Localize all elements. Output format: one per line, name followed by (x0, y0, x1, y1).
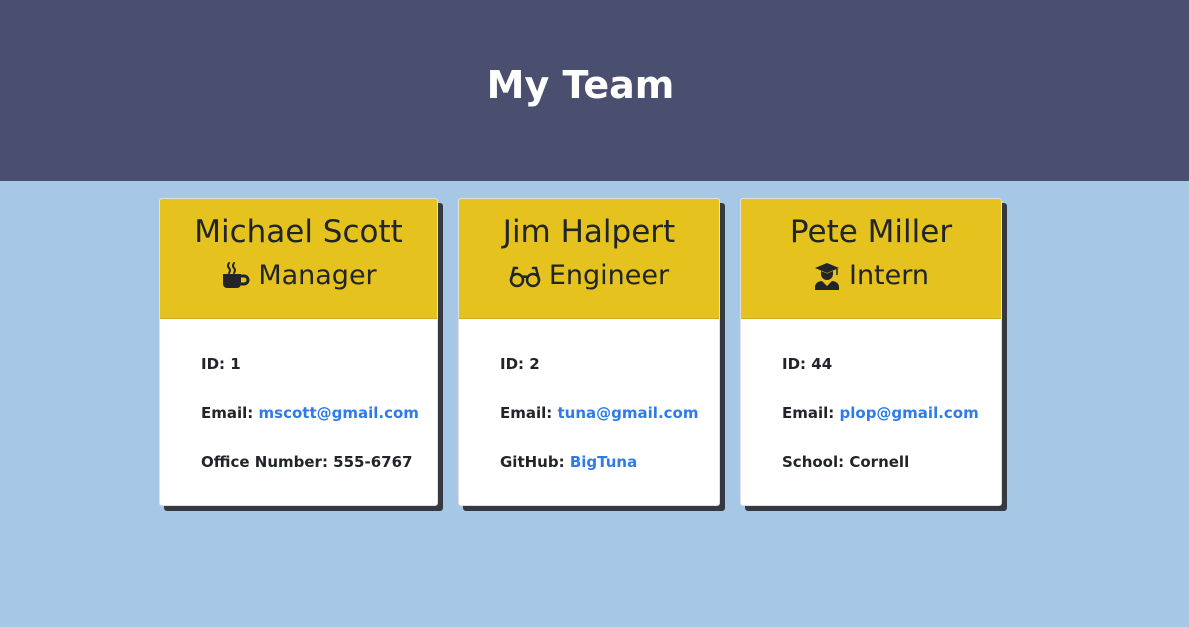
email-row: Email: plop@gmail.com (782, 402, 1001, 451)
github-label: GitHub: (500, 453, 565, 471)
mug-icon (220, 261, 250, 291)
id-value: 1 (230, 355, 241, 373)
email-row: Email: tuna@gmail.com (500, 402, 719, 451)
email-link[interactable]: plop@gmail.com (840, 404, 979, 422)
page-header: My Team (0, 0, 1189, 181)
email-row: Email: mscott@gmail.com (201, 402, 437, 451)
id-label: ID: (782, 355, 807, 373)
id-row: ID: 2 (500, 353, 719, 402)
id-row: ID: 1 (201, 353, 437, 402)
card-header: Michael Scott Manager (160, 199, 437, 319)
github-row: GitHub: BigTuna (500, 451, 719, 500)
id-row: ID: 44 (782, 353, 1001, 402)
office-number-label: Office Number: (201, 453, 328, 471)
card-header: Pete Miller Intern (741, 199, 1001, 319)
email-label: Email: (201, 404, 254, 422)
employee-role: Intern (741, 259, 1001, 293)
school-value: Cornell (849, 453, 910, 471)
role-label: Manager (258, 260, 377, 291)
id-value: 2 (529, 355, 540, 373)
email-link[interactable]: tuna@gmail.com (558, 404, 699, 422)
office-number-value: 555-6767 (333, 453, 413, 471)
employee-role: Engineer (459, 259, 719, 293)
card-body: ID: 44 Email: plop@gmail.com School: Cor… (741, 319, 1001, 500)
glasses-icon (509, 261, 541, 291)
employee-card-engineer: Jim Halpert Engineer ID: 2 Email: tuna@g… (458, 198, 720, 506)
office-number-row: Office Number: 555-6767 (201, 451, 437, 500)
role-label: Engineer (548, 260, 670, 291)
card-body: ID: 2 Email: tuna@gmail.com GitHub: BigT… (459, 319, 719, 500)
employee-name: Jim Halpert (502, 214, 676, 250)
card-header: Jim Halpert Engineer (459, 199, 719, 319)
graduate-icon (813, 261, 841, 291)
card-body: ID: 1 Email: mscott@gmail.com Office Num… (160, 319, 437, 500)
employee-name: Michael Scott (194, 214, 403, 250)
school-label: School: (782, 453, 845, 471)
email-label: Email: (782, 404, 835, 422)
employee-card-intern: Pete Miller Intern ID: 44 Email: plop@gm… (740, 198, 1002, 506)
github-link[interactable]: BigTuna (570, 453, 637, 471)
email-label: Email: (500, 404, 553, 422)
id-value: 44 (811, 355, 833, 373)
role-label: Intern (848, 260, 929, 291)
school-row: School: Cornell (782, 451, 1001, 500)
page-title: My Team (486, 62, 675, 107)
employee-card-manager: Michael Scott Manager ID: 1 Email: mscot… (159, 198, 438, 506)
employee-name: Pete Miller (789, 214, 953, 250)
email-link[interactable]: mscott@gmail.com (259, 404, 419, 422)
id-label: ID: (500, 355, 525, 373)
id-label: ID: (201, 355, 226, 373)
employee-role: Manager (160, 259, 437, 293)
